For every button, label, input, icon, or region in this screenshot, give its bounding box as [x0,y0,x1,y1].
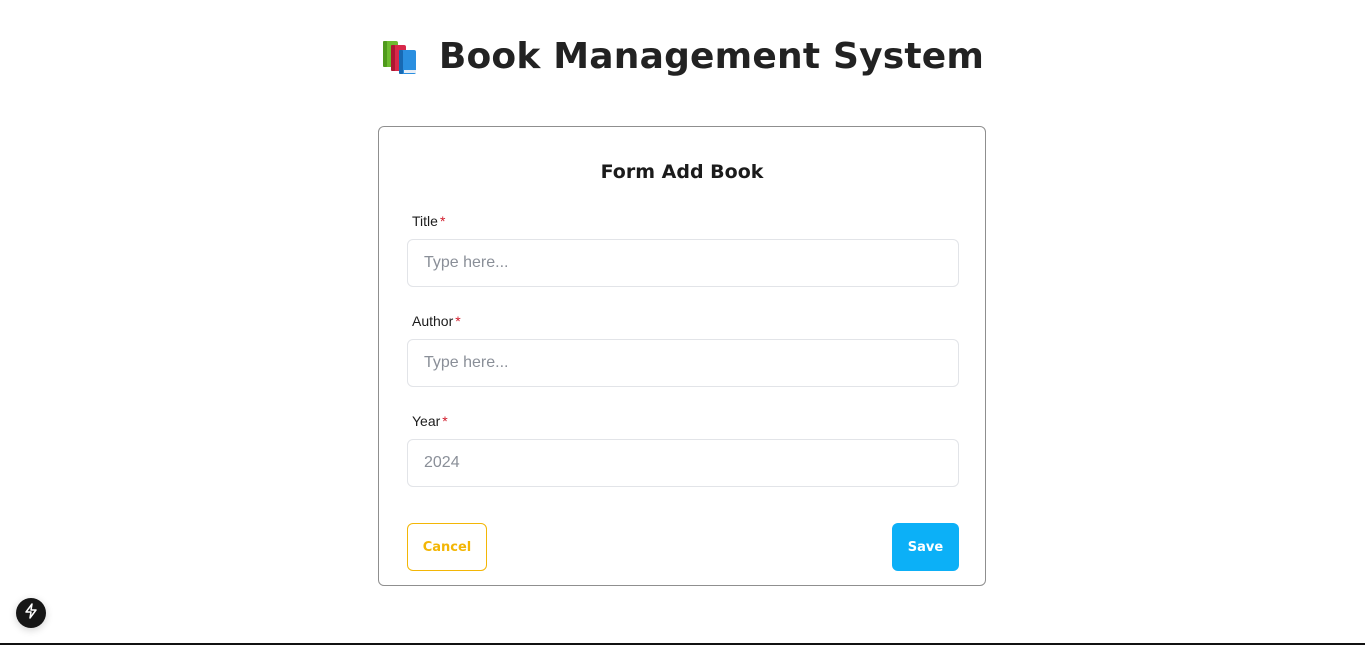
lightning-icon [24,602,38,624]
year-field-group: Year * [407,413,959,487]
required-marker: * [439,213,446,229]
required-marker: * [455,313,461,329]
required-marker: * [442,413,448,429]
form-title: Form Add Book [600,161,764,183]
title-field-group: Title * [407,213,959,287]
page: Book Management System Form Add Book Tit… [0,0,1365,645]
title-input[interactable] [407,239,959,287]
books-icon [381,37,421,77]
cancel-button[interactable]: Cancel [407,523,487,571]
page-header: Book Management System [0,36,1365,77]
author-label: Author * [412,313,461,329]
dev-indicator-button[interactable] [16,598,46,628]
year-label: Year * [412,413,448,429]
save-button[interactable]: Save [892,523,959,571]
author-input[interactable] [407,339,959,387]
title-label: Title * [412,213,446,229]
add-book-form: Form Add Book Title* Author* Year* Cance… [378,126,986,586]
page-title: Book Management System [438,36,985,77]
year-input[interactable] [407,439,959,487]
author-field-group: Author * [407,313,959,387]
